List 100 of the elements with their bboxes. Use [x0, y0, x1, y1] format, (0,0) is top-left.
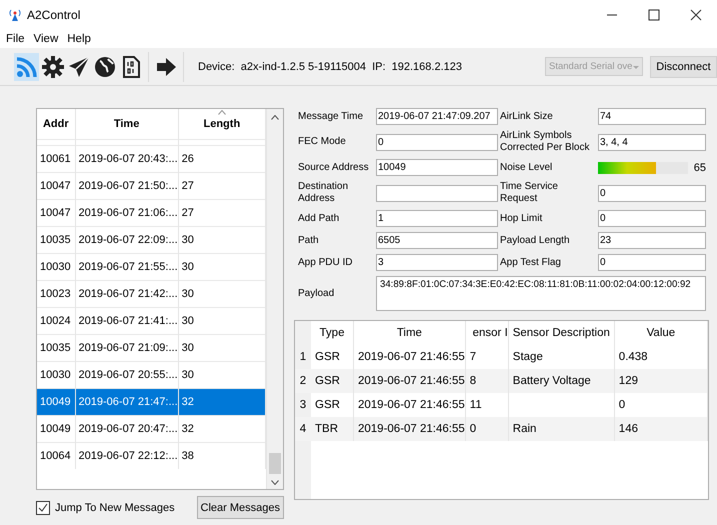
column-header[interactable]: Time	[354, 321, 466, 345]
table-cell: 2019-06-07 21:50:...	[75, 172, 178, 200]
settings-icon	[40, 54, 64, 78]
input-field[interactable]: 6505	[376, 232, 498, 249]
input-field[interactable]: 0	[598, 254, 706, 271]
message-row[interactable]: 10064 2019-06-07 22:12:... 38	[37, 442, 266, 469]
table-cell: Rain	[508, 417, 614, 441]
scrollbar[interactable]	[266, 109, 283, 489]
row-number: 3	[295, 393, 311, 417]
table-cell: 2019-06-07 21:46:55	[354, 417, 466, 441]
field-label: App PDU ID	[298, 256, 354, 268]
column-header[interactable]: ensor I	[465, 321, 508, 345]
payload-field[interactable]: 34:89:8F:01:0C:07:34:3E:E0:42:EC:08:11:81:0B:11:00:02:04:00:12:00:92	[376, 276, 706, 311]
row-number: 2	[295, 369, 311, 393]
field-label: AirLink Size	[500, 110, 554, 122]
message-row[interactable]: 10049 2019-06-07 20:47:... 32	[37, 416, 266, 442]
field-label: AirLink Symbols Corrected Per Block	[500, 130, 590, 154]
message-row[interactable]: 10047 2019-06-07 21:06:... 27	[37, 200, 266, 226]
table-cell: 2019-06-07 21:47:...	[75, 388, 178, 416]
column-header[interactable]: Type	[311, 321, 354, 345]
input-field[interactable]: 3, 4, 4	[598, 134, 706, 150]
row-header-strip	[295, 441, 311, 499]
field-label: Add Path	[298, 212, 340, 224]
column-header[interactable]: Addr	[37, 109, 76, 140]
table-cell: 32	[178, 388, 266, 416]
table-cell: 0	[465, 417, 508, 441]
message-row[interactable]: 10049 2019-06-07 21:47:... 32	[37, 388, 266, 416]
menu-item[interactable]: Help	[67, 33, 91, 45]
globe-icon	[92, 54, 116, 78]
input-field[interactable]	[376, 184, 498, 202]
message-row[interactable]: 10035 2019-06-07 21:09:... 30	[37, 334, 266, 362]
field-label: Message Time	[298, 110, 364, 122]
table-cell: 2019-06-07 21:46:55	[354, 369, 466, 393]
disconnect-button[interactable]: Disconnect	[650, 56, 717, 78]
field-label: FEC Mode	[298, 136, 347, 148]
table-cell: 146	[614, 417, 708, 441]
input-field[interactable]: 0	[376, 134, 498, 150]
input-field[interactable]: 0	[598, 184, 706, 202]
table-cell: 10047	[37, 172, 76, 200]
message-row[interactable]: 10061 2019-06-07 20:43:... 26	[37, 146, 266, 172]
table-cell: 10035	[37, 334, 76, 362]
paper-plane-icon	[66, 54, 90, 78]
field-label: Payload Length	[500, 234, 571, 246]
menu-item[interactable]: File	[6, 33, 25, 45]
table-cell: 2019-06-07 22:12:...	[75, 442, 178, 469]
table-cell: 10047	[37, 200, 76, 226]
table-cell: 2019-06-07 20:47:...	[75, 416, 178, 442]
field-label: Noise Level	[500, 162, 554, 174]
message-row[interactable]: 10024 2019-06-07 21:41:... 30	[37, 308, 266, 334]
message-row[interactable]: 10047 2019-06-07 21:50:... 27	[37, 172, 266, 200]
input-field[interactable]: 3	[376, 254, 498, 271]
table-cell: 2019-06-07 21:55:...	[75, 254, 178, 280]
table-cell: 10024	[37, 308, 76, 334]
menu-item[interactable]: View	[34, 33, 58, 45]
message-row[interactable]: 10035 2019-06-07 22:09:... 30	[37, 226, 266, 254]
table-cell: TBR	[311, 417, 354, 441]
table-cell: 2019-06-07 21:06:...	[75, 200, 178, 226]
table-cell: 2019-06-07 21:09:...	[75, 334, 178, 362]
table-cell: 10064	[37, 442, 76, 469]
input-field[interactable]: 1	[376, 210, 498, 227]
maximize-icon[interactable]	[648, 9, 660, 21]
table-cell: 10030	[37, 254, 76, 280]
check-icon	[38, 502, 48, 512]
row-number: 4	[295, 417, 311, 441]
window-title: A2Control	[27, 8, 80, 22]
device-info: Device: a2x-ind-1.2.5 5-19115004 IP: 192.168.2.123	[198, 60, 462, 72]
close-icon[interactable]	[690, 9, 702, 21]
clear-messages-button[interactable]: Clear Messages	[196, 496, 284, 519]
table-cell: GSR	[311, 369, 354, 393]
meter-reading: 65	[694, 162, 706, 174]
table-cell: 2019-06-07 22:09:...	[75, 226, 178, 254]
checkbox[interactable]	[36, 500, 50, 514]
caret-icon	[632, 64, 640, 70]
input-field[interactable]: 0	[598, 210, 706, 227]
message-row[interactable]: 10030 2019-06-07 21:55:... 30	[37, 254, 266, 280]
message-row[interactable]: 10023 2019-06-07 21:42:... 30	[37, 280, 266, 308]
input-field[interactable]: 2019-06-07 21:47:09.207	[376, 108, 498, 125]
field-label: Source Address	[298, 162, 370, 174]
column-header[interactable]: Time	[75, 109, 178, 140]
table-cell: 129	[614, 369, 708, 393]
scroll-down-icon[interactable]	[271, 480, 280, 485]
field-label: Payload	[298, 288, 336, 300]
table-cell: 2019-06-07 21:41:...	[75, 308, 178, 334]
input-field[interactable]: 74	[598, 108, 706, 125]
table-cell: 2019-06-07 21:42:...	[75, 280, 178, 308]
table-cell: 10049	[37, 388, 76, 416]
antenna-icon	[8, 9, 22, 21]
column-header[interactable]: Sensor Description	[508, 321, 614, 345]
scrollbar-thumb[interactable]	[269, 453, 282, 474]
input-field[interactable]: 10049	[376, 159, 498, 176]
table-cell: 10035	[37, 226, 76, 254]
checkbox-label: Jump To New Messages	[55, 502, 175, 514]
table-cell: 10023	[37, 280, 76, 308]
scroll-up-icon[interactable]	[271, 115, 280, 120]
table-cell: 10061	[37, 146, 76, 172]
input-field[interactable]: 23	[598, 232, 706, 249]
field-label: App Test Flag	[500, 256, 562, 268]
table-cell: 2019-06-07 20:43:...	[75, 146, 178, 172]
field-label: Destination Address	[298, 181, 350, 205]
column-header[interactable]: Value	[614, 321, 708, 345]
